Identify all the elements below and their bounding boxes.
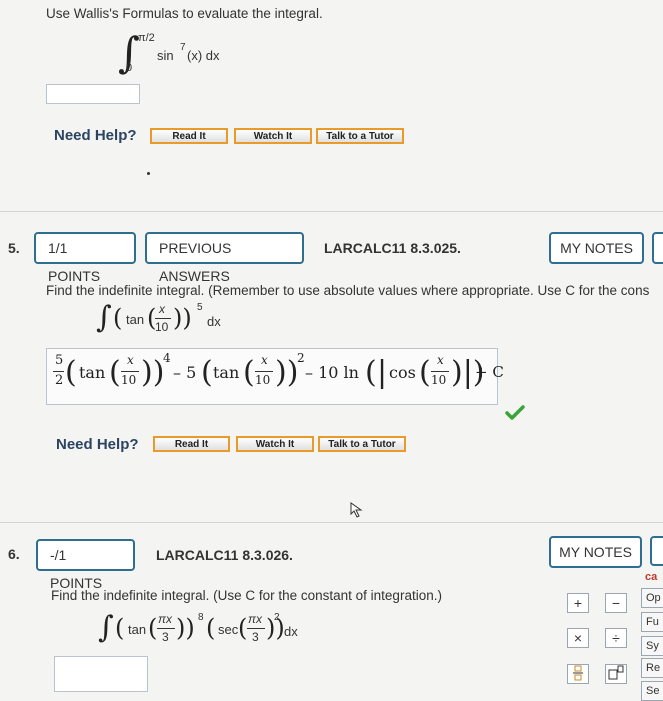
- q4-power: 7: [180, 42, 186, 53]
- q4-upper-limit: π/2: [138, 32, 155, 44]
- q6-points-badge: -/1 POINTS: [36, 539, 135, 591]
- q5-watch-it-button[interactable]: Watch It: [236, 436, 314, 452]
- calc-fraction-button[interactable]: [567, 664, 589, 684]
- correct-check-icon: [505, 405, 525, 420]
- q6-extra-button[interactable]: [650, 536, 663, 566]
- q4-prompt: Use Wallis's Formulas to evaluate the in…: [46, 6, 323, 21]
- divider-q5-q6: [0, 522, 663, 523]
- cursor-dot: [147, 172, 150, 175]
- q6-problem-code: LARCALC11 8.3.026.: [156, 547, 293, 563]
- q6-my-notes-button[interactable]: MY NOTES: [549, 536, 642, 568]
- side-tab-relations[interactable]: Re: [641, 658, 663, 678]
- side-tab-functions[interactable]: Fu: [641, 612, 663, 632]
- q6-number: 6.: [8, 546, 20, 562]
- q6-prompt: Find the indefinite integral. (Use C for…: [51, 588, 442, 603]
- q4-watch-it-button[interactable]: Watch It: [234, 128, 312, 144]
- calc-exponent-button[interactable]: [605, 664, 627, 684]
- calc-divide-button[interactable]: ÷: [605, 628, 627, 648]
- q4-talk-to-tutor-button[interactable]: Talk to a Tutor: [316, 128, 404, 144]
- q6-answer-input[interactable]: [54, 656, 148, 692]
- q4-integrand: sin: [157, 48, 174, 63]
- q5-submitted-answer[interactable]: 5 2 ( tan ( x 10 )) 4 – 5 ( tan ( x 10 )…: [46, 348, 504, 405]
- q5-problem-code: LARCALC11 8.3.025.: [324, 240, 461, 256]
- q5-read-it-button[interactable]: Read It: [153, 436, 230, 452]
- q4-arg: (x) dx: [187, 48, 220, 63]
- q5-extra-button[interactable]: [652, 232, 663, 264]
- fraction-icon: [573, 665, 583, 681]
- side-tab-operations[interactable]: Op: [641, 588, 663, 608]
- q5-need-help: Need Help?: [56, 436, 139, 453]
- q5-number: 5.: [8, 240, 20, 256]
- q5-points-badge: 1/1 POINTS: [34, 232, 136, 284]
- q4-answer-input[interactable]: [46, 84, 140, 104]
- q4-need-help: Need Help?: [54, 127, 137, 144]
- q5-previous-answers-button[interactable]: PREVIOUS ANSWERS: [145, 232, 304, 284]
- q5-my-notes-button[interactable]: MY NOTES: [549, 232, 644, 264]
- side-tab-sets[interactable]: Se: [641, 681, 663, 701]
- q5-talk-to-tutor-button[interactable]: Talk to a Tutor: [318, 436, 406, 452]
- calc-multiply-button[interactable]: ×: [567, 628, 589, 648]
- q5-prompt: Find the indefinite integral. (Remember …: [46, 283, 650, 298]
- q4-read-it-button[interactable]: Read It: [150, 128, 228, 144]
- side-tab-symbols[interactable]: Sy: [641, 636, 663, 656]
- exponent-icon: [608, 665, 624, 680]
- calc-minus-button[interactable]: −: [605, 593, 627, 613]
- divider-q4-q5: [0, 211, 663, 212]
- mouse-cursor-icon: [350, 502, 363, 518]
- q4-lower-limit: 0: [126, 62, 133, 74]
- side-tab-calc[interactable]: ca: [641, 568, 663, 588]
- calc-plus-button[interactable]: +: [567, 593, 589, 613]
